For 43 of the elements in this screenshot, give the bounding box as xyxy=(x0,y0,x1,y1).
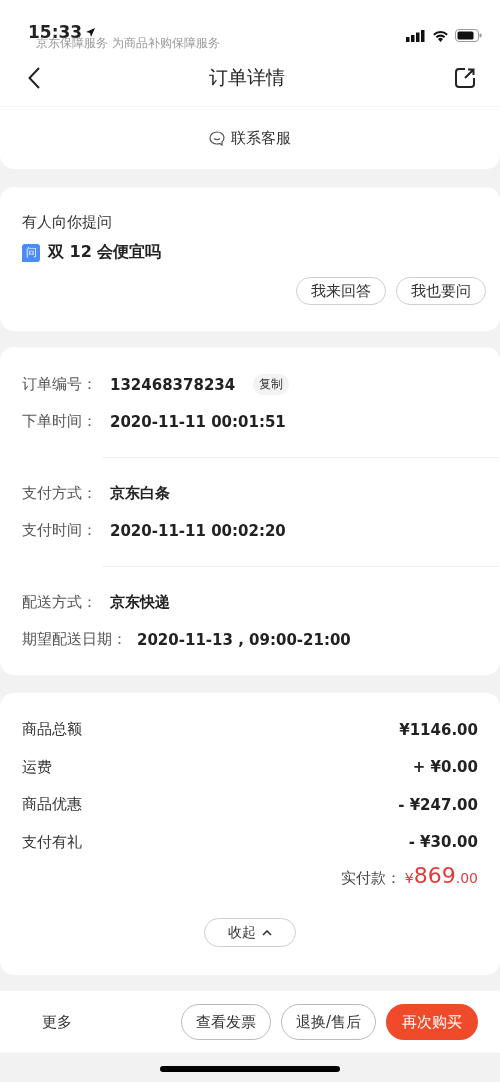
share-icon[interactable] xyxy=(454,67,476,89)
field-label: 下单时间： xyxy=(22,412,98,431)
price-value: - ¥247.00 xyxy=(398,795,478,814)
price-label: 商品总额 xyxy=(22,720,82,740)
page-title: 订单详情 xyxy=(209,65,285,90)
field-label: 配送方式： xyxy=(22,593,98,612)
question-heading: 有人向你提问 xyxy=(22,213,113,232)
field-value: 132468378234 xyxy=(110,375,236,394)
field-label: 支付方式： xyxy=(22,484,98,503)
price-value: + ¥0.00 xyxy=(412,758,478,777)
more-button[interactable]: 更多 xyxy=(42,1012,72,1032)
chat-bubble-icon xyxy=(209,130,225,146)
field-value: 2020-11-11 00:01:51 xyxy=(110,412,286,431)
answer-button[interactable]: 我来回答 xyxy=(296,277,386,305)
price-label: 商品优惠 xyxy=(22,795,82,815)
battery-icon xyxy=(455,29,482,42)
answer-button[interactable]: 我也要问 xyxy=(396,277,486,305)
caret-up-icon xyxy=(262,929,272,936)
question-text: 双 12 会便宜吗 xyxy=(48,242,162,263)
price-label: 运费 xyxy=(22,757,52,777)
field-label: 期望配送日期： xyxy=(22,630,127,649)
field-value: 京东白条 xyxy=(110,484,170,503)
field-value: 2020-11-11 00:02:20 xyxy=(110,521,286,540)
field-value: 2020-11-13 , 09:00-21:00 xyxy=(137,630,351,649)
field-label: 订单编号： xyxy=(22,375,98,394)
collapse-button[interactable]: 收起 xyxy=(204,918,296,947)
action-button[interactable]: 查看发票 xyxy=(180,1004,271,1040)
wifi-icon xyxy=(432,29,449,42)
field-label: 支付时间： xyxy=(22,521,98,540)
copy-button[interactable]: 复制 xyxy=(253,374,290,395)
price-label: 支付有礼 xyxy=(22,832,82,852)
price-value: ¥1146.00 xyxy=(399,720,478,739)
signal-icon xyxy=(406,29,426,42)
total-amount: ¥869.00 xyxy=(404,863,478,888)
field-value: 京东快递 xyxy=(110,593,170,612)
action-button[interactable]: 退换/售后 xyxy=(280,1004,376,1040)
back-icon[interactable] xyxy=(28,67,40,89)
price-value: - ¥30.00 xyxy=(408,833,478,852)
question-badge: 问 xyxy=(22,243,40,262)
total-label: 实付款： xyxy=(340,869,401,888)
buy-again-button[interactable]: 再次购买 xyxy=(386,1004,478,1040)
location-arrow-icon xyxy=(85,26,97,38)
contact-service-link[interactable]: 联系客服 xyxy=(209,128,291,148)
